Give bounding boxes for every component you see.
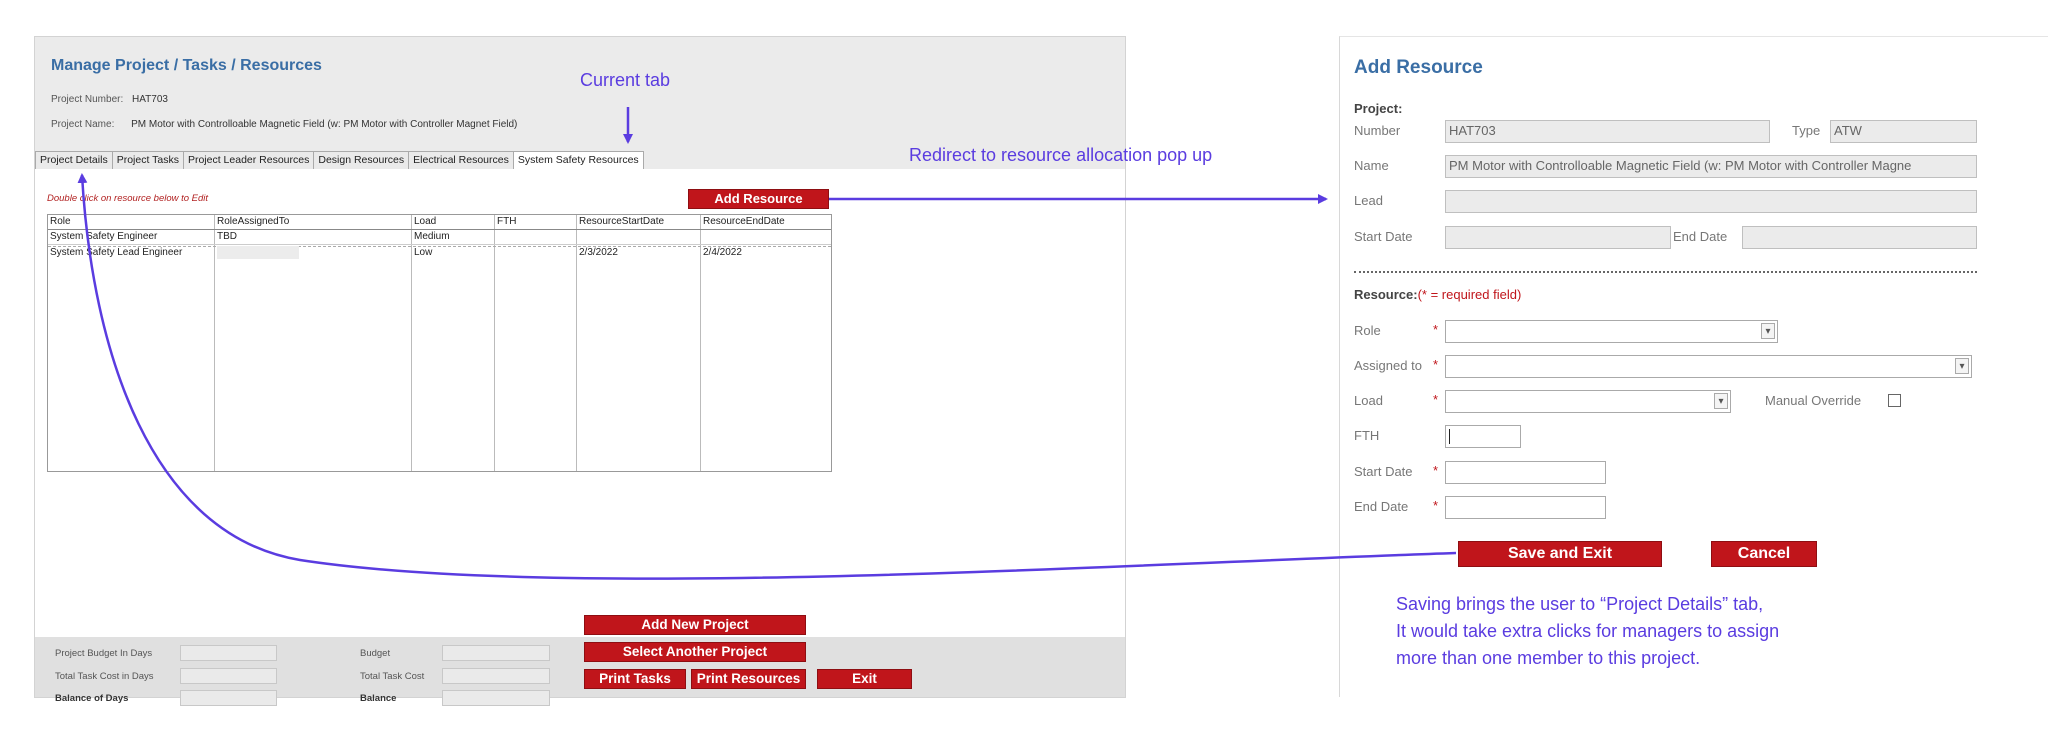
arrow-return-to-project-details	[77, 173, 1457, 580]
annotation-arrows	[77, 107, 1457, 580]
